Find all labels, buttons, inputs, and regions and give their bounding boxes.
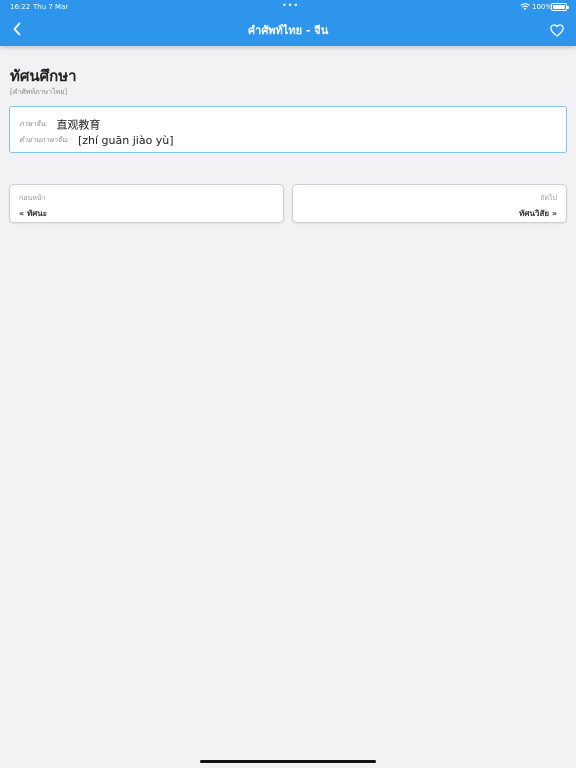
previous-word: « ทัศนะ: [19, 209, 48, 218]
translation-card: ภาษาจีน: 直观教育 คำอ่านภาษาจีน: [zhí guān j…: [9, 106, 567, 153]
wifi-icon: [520, 3, 530, 10]
favorite-button[interactable]: [547, 20, 567, 40]
word-title: ทัศนศึกษา: [10, 67, 77, 85]
heart-icon: [550, 23, 564, 37]
status-date: Thu 7 Mar: [33, 3, 69, 11]
pinyin-label: คำอ่านภาษาจีน:: [19, 136, 69, 144]
next-label: ถัดไป: [540, 194, 557, 202]
status-time: 16:22: [10, 3, 31, 11]
multitasking-dots[interactable]: •••: [282, 1, 299, 10]
battery-percentage: 100%: [532, 3, 553, 11]
previous-label: ก่อนหน้า: [19, 194, 46, 202]
next-word: ทัศนวิสัย »: [519, 209, 557, 218]
navigation-header: 16:22 Thu 7 Mar ••• 100% คำศัพท์ไทย - จี…: [0, 0, 576, 46]
pinyin-value: [zhí guān jiào yù]: [77, 134, 174, 147]
status-bar: 16:22 Thu 7 Mar ••• 100%: [0, 0, 576, 14]
page-title: คำศัพท์ไทย - จีน: [247, 24, 329, 37]
home-indicator[interactable]: [200, 760, 376, 763]
chinese-label: ภาษาจีน:: [19, 120, 48, 128]
next-word-button[interactable]: ถัดไป ทัศนวิสัย »: [292, 184, 567, 223]
pinyin-row: คำอ่านภาษาจีน: [zhí guān jiào yù]: [19, 130, 174, 149]
previous-word-button[interactable]: ก่อนหน้า « ทัศนะ: [9, 184, 284, 223]
word-type-label: [คำศัพท์ภาษาไทย]: [10, 88, 68, 96]
battery-icon: [551, 3, 569, 11]
